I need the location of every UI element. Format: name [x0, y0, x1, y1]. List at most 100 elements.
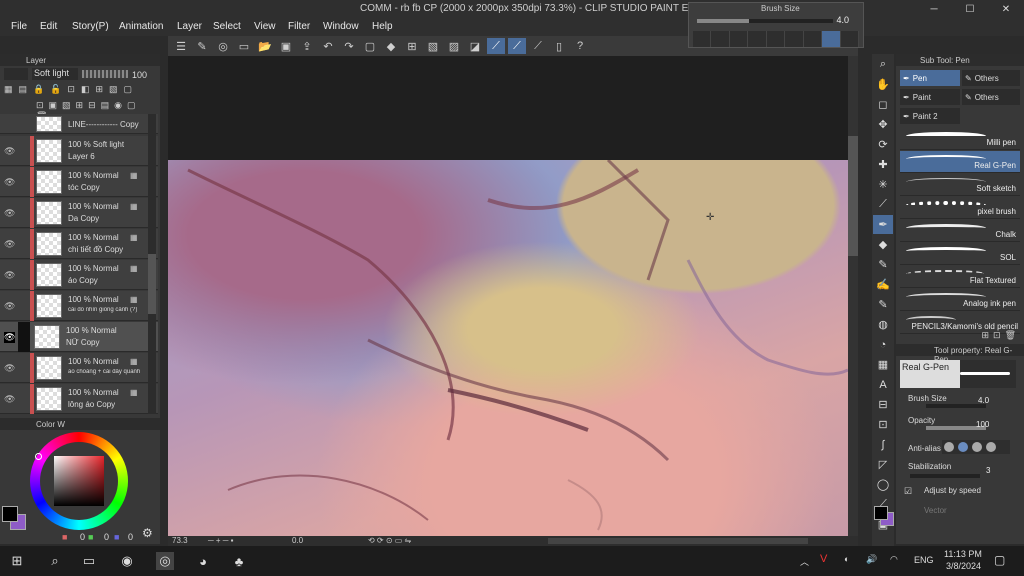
brush-item[interactable]: pixel brush	[900, 197, 1020, 219]
layer-row[interactable]: LINE------------ Copy	[0, 114, 158, 134]
brush-item[interactable]: Chalk	[900, 220, 1020, 242]
rotation-value[interactable]: 0.0	[292, 536, 303, 545]
volume-icon[interactable]: 🔊	[866, 554, 877, 565]
select-all-icon[interactable]: ▨	[445, 38, 463, 54]
canvas-vertical-scrollbar[interactable]	[848, 56, 858, 536]
artwork-canvas[interactable]: ✛	[168, 160, 848, 536]
layer-row[interactable]: 👁 100 % Soft light Layer 6	[0, 136, 158, 166]
gradient-icon[interactable]: ▦	[873, 355, 893, 374]
new-file-icon[interactable]: ▭	[235, 38, 253, 54]
brush-size-prop-value[interactable]: 4.0	[978, 396, 989, 405]
menu-story[interactable]: Story(P)	[72, 21, 109, 32]
minimize-button[interactable]: ─	[916, 0, 952, 18]
group-others-2[interactable]: ✎ Others	[962, 89, 1020, 105]
layer-row[interactable]: 👁 100 % Normal áo choàng + cái dây quanh…	[0, 353, 158, 383]
layer-row-selected[interactable]: 👁 100 % Normal NỮ Copy	[0, 322, 158, 352]
search-icon[interactable]: ⌕	[46, 552, 64, 570]
invert-icon[interactable]: ◪	[466, 38, 484, 54]
brush-item[interactable]: Milli pen	[900, 128, 1020, 150]
eye-icon[interactable]: 👁	[4, 146, 15, 157]
menu-window[interactable]: Window	[323, 21, 359, 32]
magic-wand-icon[interactable]: ✳	[873, 175, 893, 194]
airbrush-icon[interactable]: ✎	[873, 295, 893, 314]
blend-icon[interactable]: ◔	[873, 335, 893, 354]
sub-tool-tab[interactable]: Sub Tool: Pen	[920, 56, 970, 65]
new-canvas-icon[interactable]: ✎	[193, 38, 211, 54]
deselect-icon[interactable]: ▧	[424, 38, 442, 54]
saturation-value-square[interactable]	[54, 456, 104, 506]
layer-type-icon[interactable]	[4, 68, 28, 80]
canvas-area[interactable]: ✛	[168, 56, 858, 536]
layer-row[interactable]: 👁 100 % Normal áo Copy ▦	[0, 260, 158, 290]
snap-grid-icon[interactable]: ⟋	[529, 38, 547, 54]
adjust-speed-checkbox[interactable]: ☑	[904, 486, 912, 497]
eyedropper-icon[interactable]: ⟋	[873, 195, 893, 214]
main-color-swatch[interactable]	[2, 506, 18, 522]
rotation-controls-icons[interactable]: ⟲ ⟳ ⊙ ▭ ⇋	[368, 536, 411, 545]
opacity-slider[interactable]	[82, 70, 128, 78]
eye-icon[interactable]: 👁	[4, 332, 16, 343]
anti-alias-none[interactable]	[944, 442, 954, 452]
undo-icon[interactable]: ↶	[319, 38, 337, 54]
brush-item-selected[interactable]: Real G-Pen	[900, 151, 1020, 173]
move-layer-icon[interactable]: ✥	[873, 115, 893, 134]
menu-edit[interactable]: Edit	[40, 21, 57, 32]
device-icon[interactable]: ▯	[550, 38, 568, 54]
brush-icon[interactable]: ✍	[873, 275, 893, 294]
menu-help[interactable]: Help	[372, 21, 393, 32]
layer-row[interactable]: 👁 100 % Normal tóc Copy ▦	[0, 167, 158, 197]
brush-size-prop-slider[interactable]	[926, 404, 986, 408]
vivaldi-tray-icon[interactable]: V	[820, 553, 827, 565]
steam-icon[interactable]: ◉	[118, 552, 136, 570]
main-color-chip[interactable]	[874, 506, 888, 520]
group-others-1[interactable]: ✎ Others	[962, 70, 1020, 86]
settings-icon[interactable]: ⚙	[142, 526, 153, 540]
eye-icon[interactable]: 👁	[4, 394, 15, 405]
operation-tool-icon[interactable]: ◻	[873, 95, 893, 114]
menu-animation[interactable]: Animation	[119, 21, 163, 32]
task-view-icon[interactable]: ▭	[80, 552, 98, 570]
correct-line-icon[interactable]: ◸	[873, 455, 893, 474]
snap-special-ruler-icon[interactable]: ⟋	[508, 38, 526, 54]
close-button[interactable]: ✕	[988, 0, 1024, 18]
opacity-prop-value[interactable]: 100	[976, 420, 989, 429]
stabilization-slider[interactable]	[910, 474, 980, 478]
hand-tool-icon[interactable]: ✋	[873, 75, 893, 94]
app-icon[interactable]: ♣	[230, 552, 248, 570]
blend-mode-select[interactable]: Soft light	[32, 68, 78, 80]
anti-alias-weak[interactable]	[958, 442, 968, 452]
brush-size-presets[interactable]	[693, 31, 859, 47]
snap-ruler-icon[interactable]: ⟋	[487, 38, 505, 54]
eye-icon[interactable]: 👁	[4, 239, 15, 250]
fill-icon[interactable]: ◆	[382, 38, 400, 54]
windows-start-icon[interactable]: ⊞	[8, 552, 26, 570]
menu-filter[interactable]: Filter	[288, 21, 310, 32]
anti-alias-strong[interactable]	[986, 442, 996, 452]
pencil-icon[interactable]: ✎	[873, 255, 893, 274]
layer-actions-icons[interactable]: ⊡▣▧⊞⊟▤◉▢🗑	[36, 100, 156, 121]
clock-time[interactable]: 11:13 PM	[944, 549, 982, 559]
transform-icon[interactable]: ⊞	[403, 38, 421, 54]
balloon-tool-icon[interactable]: ⊡	[873, 415, 893, 434]
hue-handle[interactable]	[35, 453, 42, 460]
sub-tool-actions-icons[interactable]: ⊞⊡🗑	[981, 330, 1020, 341]
maximize-button[interactable]: ☐	[952, 0, 988, 18]
chrome-icon[interactable]: ◕	[194, 552, 212, 570]
canvas-horizontal-scrollbar[interactable]	[548, 538, 808, 544]
clock-date[interactable]: 3/8/2024	[946, 561, 981, 571]
menu-layer[interactable]: Layer	[177, 21, 202, 32]
layer-scrollbar[interactable]	[148, 114, 156, 414]
save-icon[interactable]: ▣	[277, 38, 295, 54]
color-wheel-tab[interactable]: Color W	[36, 420, 65, 429]
help-icon[interactable]: ?	[571, 38, 589, 54]
layer-row[interactable]: 👁 100 % Normal cái đồ nhìn giống cánh (?…	[0, 291, 158, 321]
clip-studio-taskbar-icon[interactable]: ◎	[156, 552, 174, 570]
fill-bucket-icon[interactable]: ◍	[873, 315, 893, 334]
tray-up-icon[interactable]: ︿	[800, 555, 809, 568]
pen-tool-icon[interactable]: ✒	[873, 215, 893, 234]
frame-tool-icon[interactable]: ⊟	[873, 395, 893, 414]
layer-tab[interactable]: Layer	[26, 56, 46, 65]
menu-icon[interactable]: ☰	[172, 38, 190, 54]
figure-tool-icon[interactable]: ◯	[873, 475, 893, 494]
wifi-icon[interactable]: ◠	[890, 554, 898, 565]
